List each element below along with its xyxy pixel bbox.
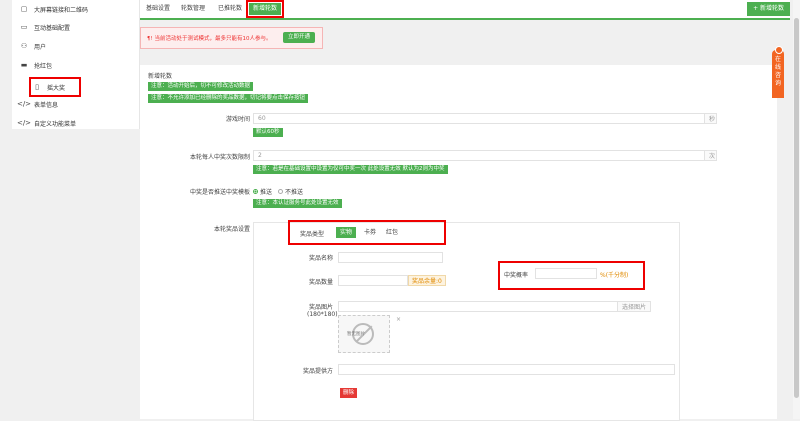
scrollbar-thumb[interactable]	[794, 18, 799, 398]
online-consult-label: 在线咨询	[774, 56, 781, 87]
prize-name-input[interactable]	[338, 252, 443, 263]
sidebar-item-redpacket[interactable]: ▬ 抢红包	[12, 56, 139, 74]
prize-type-physical[interactable]: 实物	[336, 227, 357, 238]
tab-pushed-rounds[interactable]: 已推轮数	[218, 3, 242, 15]
push-template-label: 中奖是否推送中奖模板	[189, 189, 250, 196]
prize-provider-input[interactable]	[338, 364, 675, 375]
win-rate-input[interactable]	[535, 268, 597, 279]
screen-icon: ▢	[20, 5, 28, 13]
max-wins-input[interactable]: 2	[253, 150, 705, 161]
prize-settings-label: 本轮奖品设置	[213, 226, 250, 233]
win-rate-unit: %(千分制)	[600, 272, 629, 279]
tab-bar: 基础设置 轮数管理 已推轮数 新增轮数 + 新增轮数	[140, 0, 790, 20]
game-time-value: 60	[258, 115, 266, 122]
push-template-hint: 注意：本认证服务号此处设置无效	[253, 199, 342, 208]
prize-qty-input[interactable]	[338, 275, 408, 286]
notice-text: ¶! 当前活动处于测试模式，最多只能有10人参与。	[147, 36, 272, 42]
sidebar-item-custom-menu[interactable]: </> 自定义功能菜单	[12, 114, 139, 132]
prize-type-coupon[interactable]: 卡券	[360, 227, 380, 238]
prize-qty-label: 奖品数量	[309, 279, 334, 286]
add-round-panel: 新增轮数 注意：活动开始后，切不可修改活动数据 注意：不允许添加已经删除的奖品数…	[140, 65, 777, 421]
sidebar-item-label: 摇大奖	[47, 84, 66, 92]
prize-settings-box: 奖品类型 实物 卡券 红包 奖品名称 奖品数量 奖品余量:0 中奖概率 %(千分…	[253, 220, 680, 421]
prize-image-input[interactable]	[338, 301, 618, 312]
activate-now-button[interactable]: 立即开通	[283, 32, 316, 43]
online-consult-widget[interactable]: 在线咨询	[772, 46, 784, 98]
panel-title: 新增轮数	[148, 73, 173, 80]
delete-prize-button[interactable]: 删除	[340, 388, 358, 398]
radio-push[interactable]: 推送	[253, 187, 272, 196]
code-icon: </>	[16, 100, 32, 108]
sidebar-item-shake[interactable]: ▯ 摇大奖	[29, 77, 81, 97]
game-time-unit: 秒	[705, 113, 717, 124]
max-wins-unit: 次	[705, 150, 717, 161]
tab-add-round[interactable]: 新增轮数	[245, 0, 285, 18]
radio-no-push-label: 不推送	[285, 189, 304, 196]
choose-image-button[interactable]: 选择图片	[618, 301, 652, 312]
sidebar-item-label: 抢红包	[34, 62, 53, 70]
sidebar-item-screen-link[interactable]: ▢ 大屏幕链接和二维码	[12, 0, 139, 18]
game-time-input[interactable]: 60	[253, 113, 705, 124]
tab-basic-settings[interactable]: 基础设置	[146, 3, 170, 15]
prize-image-preview: 暂无图片	[338, 315, 390, 353]
sidebar-item-label: 大屏幕链接和二维码	[34, 6, 89, 14]
prize-type-row: 奖品类型 实物 卡券 红包	[288, 220, 446, 245]
radio-dot-selected	[253, 189, 258, 194]
radio-push-label: 推送	[260, 189, 273, 196]
consult-badge-icon	[775, 46, 783, 54]
users-icon: ⚇	[20, 42, 28, 50]
add-round-button[interactable]: + 新增轮数	[747, 2, 790, 16]
win-rate-row: 中奖概率 %(千分制)	[498, 261, 645, 290]
tab-round-management[interactable]: 轮数管理	[181, 3, 205, 15]
prize-image-size: (180*180)	[307, 311, 338, 318]
radio-no-push[interactable]: 不推送	[278, 187, 303, 196]
warning-note: 注意：活动开始后，切不可修改活动数据	[148, 82, 254, 91]
remove-image-icon[interactable]: ×	[396, 316, 401, 323]
max-wins-label: 本轮每人中奖次数限制	[189, 154, 250, 161]
settings-icon: ▭	[20, 23, 28, 31]
prize-type-label: 奖品类型	[300, 231, 325, 238]
sidebar-item-form-info[interactable]: </> 表单信息	[12, 95, 139, 113]
prize-type-redpacket[interactable]: 红包	[382, 227, 402, 238]
max-wins-value: 2	[258, 152, 262, 159]
prize-image-label: 奖品图片	[309, 304, 334, 311]
max-wins-hint: 注意：若是在基础设置中设置为仅可中奖一次 此处设置无效 默认为2则为中奖	[253, 165, 448, 174]
sidebar-item-basic-config[interactable]: ▭ 互动基础配置	[12, 18, 139, 36]
prize-qty-remaining: 奖品余量:0	[408, 275, 446, 286]
sidebar-item-label: 表单信息	[34, 101, 59, 109]
prize-name-label: 奖品名称	[309, 255, 334, 262]
test-mode-notice: ¶! 当前活动处于测试模式，最多只能有10人参与。 立即开通	[140, 27, 323, 49]
radio-dot	[278, 189, 283, 194]
warning-note: 注意：不允许添加已经删除的奖品数据，切记将要点击保存按钮	[148, 94, 309, 103]
win-rate-label: 中奖概率	[504, 272, 529, 279]
redpacket-icon: ▬	[20, 61, 28, 69]
no-image-text: 暂无图片	[347, 332, 365, 337]
sidebar-item-label: 互动基础配置	[34, 24, 71, 32]
sidebar-item-users[interactable]: ⚇ 用户	[12, 37, 139, 55]
game-time-label: 游戏时间	[225, 116, 250, 123]
prize-provider-label: 奖品提供方	[303, 368, 334, 375]
shake-icon: ▯	[35, 83, 39, 91]
sidebar-item-label: 用户	[34, 43, 47, 51]
sidebar-item-label: 自定义功能菜单	[34, 120, 77, 128]
sidebar: ▢ 大屏幕链接和二维码 ▭ 互动基础配置 ⚇ 用户 ▬ 抢红包 ▯ 摇大奖 </…	[12, 0, 140, 129]
game-time-hint: 默认60秒	[253, 128, 283, 137]
code-icon: </>	[16, 119, 32, 127]
page-scrollbar[interactable]	[793, 0, 800, 419]
